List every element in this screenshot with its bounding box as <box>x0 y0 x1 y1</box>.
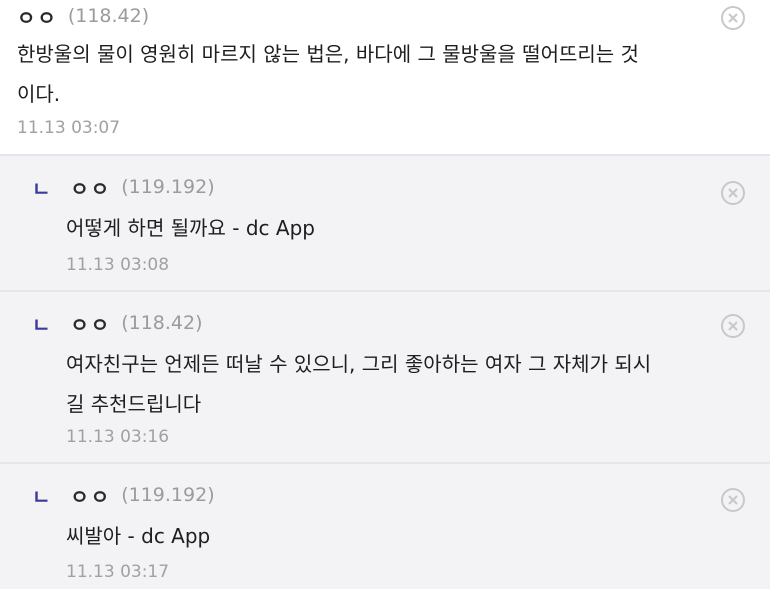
comment-header: ㄴ ㅇㅇ (119.192) <box>32 172 215 202</box>
close-circle-icon <box>728 495 738 505</box>
comment-ip: (119.192) <box>121 484 215 506</box>
comment-nickname[interactable]: ㅇㅇ <box>70 481 111 510</box>
comment-date: 11.13 03:08 <box>66 255 170 275</box>
comment-ip: (118.42) <box>121 312 203 334</box>
delete-comment-button[interactable] <box>721 488 745 512</box>
comment-text-line: 길 추천드립니다 <box>66 392 202 416</box>
comment-ip: (118.42) <box>67 5 150 27</box>
reply-item: ㄴ ㅇㅇ (118.42) 여자친구는 언제든 떠날 수 있으니, 그리 좋아하… <box>0 292 770 464</box>
delete-comment-button[interactable] <box>721 6 745 30</box>
comment-date: 11.13 03:07 <box>17 118 121 138</box>
comment-header: ㅇㅇ (118.42) <box>17 2 149 30</box>
comment-date: 11.13 03:17 <box>66 562 170 582</box>
reply-indicator-icon: ㄴ <box>32 484 51 509</box>
comment-text-line: 이다. <box>17 82 61 106</box>
delete-comment-button[interactable] <box>721 314 745 338</box>
comment-header: ㄴ ㅇㅇ (119.192) <box>32 480 215 510</box>
reply-indicator-icon: ㄴ <box>32 176 51 201</box>
delete-comment-button[interactable] <box>721 181 745 205</box>
comment-text-line: 한방울의 물이 영원히 마르지 않는 법은, 바다에 그 물방울을 떨어뜨리는 … <box>17 42 639 66</box>
reply-indicator-icon: ㄴ <box>32 312 51 337</box>
comment-item: ㅇㅇ (118.42) 한방울의 물이 영원히 마르지 않는 법은, 바다에 그… <box>0 0 770 156</box>
comment-header: ㄴ ㅇㅇ (118.42) <box>32 308 203 338</box>
comment-date: 11.13 03:16 <box>66 427 170 447</box>
comment-nickname[interactable]: ㅇㅇ <box>17 2 58 31</box>
close-circle-icon <box>728 188 738 198</box>
close-circle-icon <box>728 13 738 23</box>
reply-item: ㄴ ㅇㅇ (119.192) 씨발아 - dc App 11.13 03:17 <box>0 464 770 589</box>
comment-ip: (119.192) <box>121 176 215 198</box>
close-circle-icon <box>728 321 738 331</box>
comment-nickname[interactable]: ㅇㅇ <box>70 309 111 338</box>
comment-thread: ㅇㅇ (118.42) 한방울의 물이 영원히 마르지 않는 법은, 바다에 그… <box>0 0 770 589</box>
comment-text-line: 씨발아 - dc App <box>66 524 211 548</box>
comment-text-line: 여자친구는 언제든 떠날 수 있으니, 그리 좋아하는 여자 그 자체가 되시 <box>66 352 652 376</box>
comment-text-line: 어떻게 하면 될까요 - dc App <box>66 216 315 240</box>
reply-item: ㄴ ㅇㅇ (119.192) 어떻게 하면 될까요 - dc App 11.13… <box>0 156 770 292</box>
comment-nickname[interactable]: ㅇㅇ <box>70 173 111 202</box>
